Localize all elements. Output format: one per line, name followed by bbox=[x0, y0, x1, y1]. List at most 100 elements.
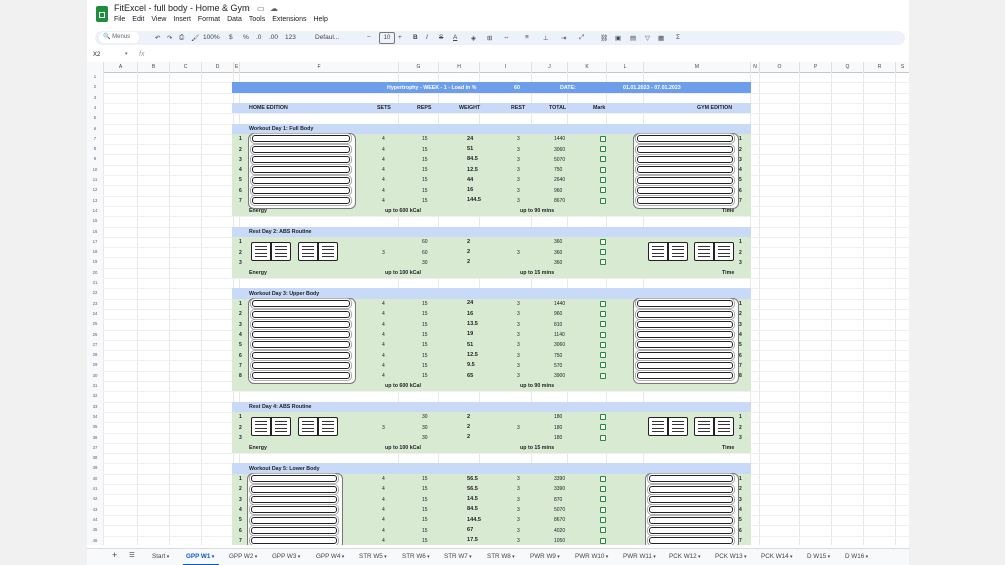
rest2-weight-2[interactable]: 2 bbox=[467, 249, 470, 255]
align-horizontal-icon[interactable]: ≡ bbox=[525, 34, 529, 41]
day3-home-exercise-7[interactable] bbox=[252, 362, 350, 369]
row-header-45[interactable]: 45 bbox=[87, 527, 103, 532]
rest2-reps-1[interactable]: 60 bbox=[422, 239, 428, 245]
day3-reps-1[interactable]: 15 bbox=[422, 301, 428, 307]
day1-gym-exercise-3[interactable] bbox=[637, 156, 733, 163]
column-header-c[interactable]: C bbox=[169, 62, 201, 72]
column-header-s[interactable]: S bbox=[895, 62, 909, 72]
tab-menu-chevron-icon[interactable]: ▾ bbox=[826, 554, 831, 560]
day1-home-exercise-4[interactable] bbox=[252, 166, 350, 174]
day5-weight-7[interactable]: 17.5 bbox=[467, 537, 478, 543]
day5-home-exercise-2[interactable] bbox=[251, 485, 337, 493]
day5-home-exercise-1[interactable] bbox=[251, 475, 337, 483]
tab-pwr-w11[interactable]: PWR W11 ▾ bbox=[623, 553, 656, 560]
tab-menu-chevron-icon[interactable]: ▾ bbox=[697, 554, 701, 560]
day3-mark-checkbox-4[interactable] bbox=[600, 331, 606, 338]
star-icon[interactable]: ☆ bbox=[244, 4, 251, 13]
row-header-33[interactable]: 33 bbox=[87, 404, 103, 409]
tab-menu-chevron-icon[interactable]: ▾ bbox=[210, 554, 215, 560]
rest4-reps-1[interactable]: 30 bbox=[422, 414, 428, 420]
cloud-icon[interactable]: ☁ bbox=[270, 4, 278, 13]
day5-sets-1[interactable]: 4 bbox=[382, 476, 385, 482]
day1-home-exercise-5[interactable] bbox=[252, 176, 350, 184]
day1-mark-checkbox-4[interactable] bbox=[600, 166, 606, 173]
day3-rest-5[interactable]: 3 bbox=[517, 342, 520, 348]
day5-mark-checkbox-6[interactable] bbox=[600, 527, 606, 534]
merge-cells-icon[interactable]: ⇔ bbox=[503, 34, 510, 41]
day1-gym-exercise-6[interactable] bbox=[637, 186, 733, 194]
day1-mark-checkbox-2[interactable] bbox=[600, 146, 606, 153]
day1-mark-checkbox-7[interactable] bbox=[600, 197, 606, 204]
row-header-29[interactable]: 29 bbox=[87, 362, 103, 367]
number-format-button[interactable]: 123 bbox=[285, 34, 296, 41]
rest4-mark-checkbox-2[interactable] bbox=[600, 424, 606, 431]
day5-rest-1[interactable]: 3 bbox=[517, 476, 520, 482]
day1-gym-exercise-5[interactable] bbox=[637, 176, 733, 184]
day3-sets-4[interactable]: 4 bbox=[382, 332, 385, 338]
column-header-m[interactable]: M bbox=[643, 62, 750, 72]
tab-menu-chevron-icon[interactable]: ▾ bbox=[383, 554, 387, 560]
day1-rest-4[interactable]: 3 bbox=[517, 167, 520, 173]
tab-gpp-w3[interactable]: GPP W3 ▾ bbox=[272, 553, 300, 560]
day5-weight-2[interactable]: 56.5 bbox=[467, 486, 478, 492]
rest2-weight-3[interactable]: 2 bbox=[467, 259, 470, 265]
day3-gym-exercise-3[interactable] bbox=[637, 320, 733, 328]
tab-pck-w12[interactable]: PCK W12 ▾ bbox=[669, 553, 701, 560]
column-header-r[interactable]: R bbox=[863, 62, 895, 72]
day3-gym-exercise-6[interactable] bbox=[637, 351, 733, 359]
menus-search[interactable]: 🔍 Menus bbox=[99, 32, 139, 43]
column-header-g[interactable]: G bbox=[398, 62, 438, 72]
day3-rest-6[interactable]: 3 bbox=[517, 353, 520, 359]
menu-item-format[interactable]: Format bbox=[198, 16, 220, 23]
day5-rest-5[interactable]: 3 bbox=[517, 517, 520, 523]
day5-mark-checkbox-2[interactable] bbox=[600, 486, 606, 492]
rest2-mark-checkbox-3[interactable] bbox=[600, 259, 606, 266]
row-header-46[interactable]: 46 bbox=[87, 538, 103, 543]
column-header-q[interactable]: Q bbox=[831, 62, 863, 72]
day3-weight-5[interactable]: 51 bbox=[467, 342, 473, 348]
day1-home-exercise-6[interactable] bbox=[252, 186, 350, 194]
align-vertical-icon[interactable]: ⊥ bbox=[543, 34, 549, 42]
currency-button[interactable]: $ bbox=[229, 34, 233, 41]
sheets-logo-icon[interactable] bbox=[96, 6, 108, 22]
day5-rest-4[interactable]: 3 bbox=[517, 507, 520, 513]
day1-mark-checkbox-5[interactable] bbox=[600, 177, 606, 183]
day5-gym-exercise-3[interactable] bbox=[649, 495, 733, 503]
row-header-6[interactable]: 6 bbox=[87, 126, 103, 131]
day1-weight-5[interactable]: 44 bbox=[467, 177, 473, 183]
day3-home-exercise-6[interactable] bbox=[252, 351, 350, 359]
day5-reps-6[interactable]: 15 bbox=[422, 528, 428, 534]
day1-mark-checkbox-3[interactable] bbox=[600, 156, 606, 163]
day3-rest-1[interactable]: 3 bbox=[517, 301, 520, 307]
font-size-increase[interactable]: + bbox=[398, 34, 402, 41]
day1-home-exercise-7[interactable] bbox=[252, 197, 350, 205]
day1-reps-4[interactable]: 15 bbox=[422, 167, 428, 173]
day1-sets-2[interactable]: 4 bbox=[382, 147, 385, 153]
row-header-20[interactable]: 20 bbox=[87, 270, 103, 275]
row-header-4[interactable]: 4 bbox=[87, 105, 103, 110]
row-header-36[interactable]: 36 bbox=[87, 435, 103, 440]
row-header-32[interactable]: 32 bbox=[87, 393, 103, 398]
column-header-j[interactable]: J bbox=[531, 62, 567, 72]
row-header-35[interactable]: 35 bbox=[87, 424, 103, 429]
rest4-reps-2[interactable]: 30 bbox=[422, 425, 428, 431]
row-header-30[interactable]: 30 bbox=[87, 373, 103, 378]
day5-home-exercise-5[interactable] bbox=[251, 516, 337, 524]
day5-weight-4[interactable]: 84.5 bbox=[467, 506, 478, 512]
rest4-reps-3[interactable]: 30 bbox=[422, 435, 428, 441]
row-header-25[interactable]: 25 bbox=[87, 321, 103, 326]
day1-sets-1[interactable]: 4 bbox=[382, 136, 385, 142]
day1-reps-5[interactable]: 15 bbox=[422, 177, 428, 183]
row-header-28[interactable]: 28 bbox=[87, 352, 103, 357]
rest4-mark-checkbox-3[interactable] bbox=[600, 434, 606, 441]
day5-rest-3[interactable]: 3 bbox=[517, 497, 520, 503]
day1-home-exercise-1[interactable] bbox=[252, 135, 350, 143]
day5-gym-exercise-5[interactable] bbox=[649, 516, 733, 524]
name-box[interactable]: X2 bbox=[93, 52, 100, 58]
row-header-26[interactable]: 26 bbox=[87, 332, 103, 337]
day1-sets-5[interactable]: 4 bbox=[382, 177, 385, 183]
print-icon[interactable]: ⎙ bbox=[179, 34, 184, 42]
day3-rest-2[interactable]: 3 bbox=[517, 311, 520, 317]
functions-button[interactable]: Σ bbox=[676, 34, 680, 41]
sheet-grid[interactable]: ABCDEFGHIJKLMNOPQRS 1 2 3 4 5 6 7 8 9 10 11 12 13 14 1… bbox=[87, 62, 909, 545]
